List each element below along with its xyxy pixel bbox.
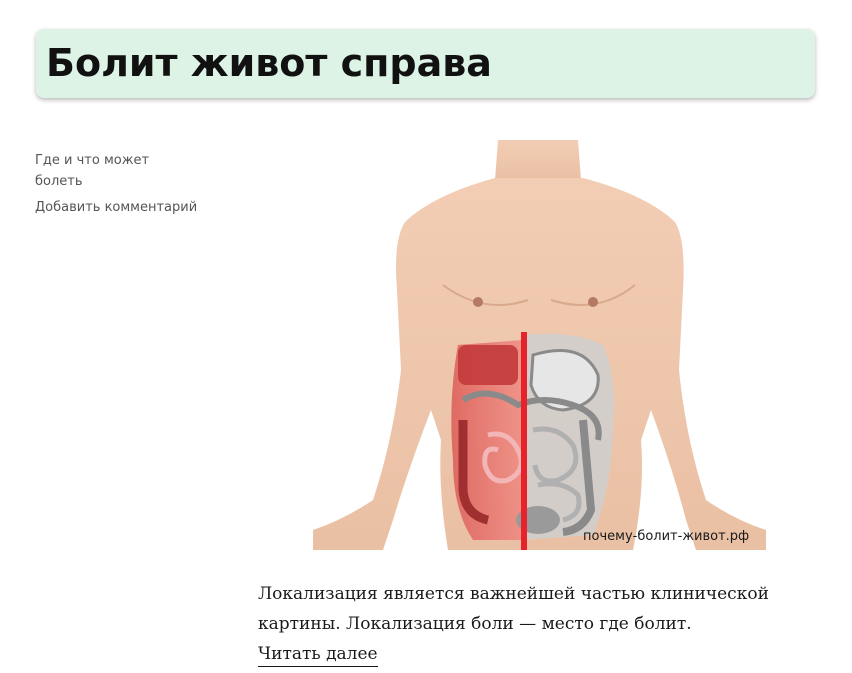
- post-meta: Где и что может болеть Добавить коммента…: [35, 150, 235, 217]
- organs-group: [451, 332, 615, 550]
- category-link[interactable]: Где и что может болеть: [35, 150, 165, 192]
- post-excerpt: Локализация является важнейшей частью кл…: [258, 584, 769, 634]
- featured-image[interactable]: почему-болит-живот.рф: [313, 140, 766, 550]
- post-title[interactable]: Болит живот справа: [46, 29, 815, 98]
- neck-shape: [495, 140, 581, 180]
- add-comment-link[interactable]: Добавить комментарий: [35, 199, 235, 217]
- nipple-right: [588, 297, 598, 307]
- image-watermark: почему-болит-живот.рф: [583, 529, 750, 544]
- post-title-box: Болит живот справа: [36, 29, 815, 98]
- abdomen-illustration: [313, 140, 766, 550]
- nipple-left: [473, 297, 483, 307]
- read-more-link[interactable]: Читать далее: [258, 642, 378, 667]
